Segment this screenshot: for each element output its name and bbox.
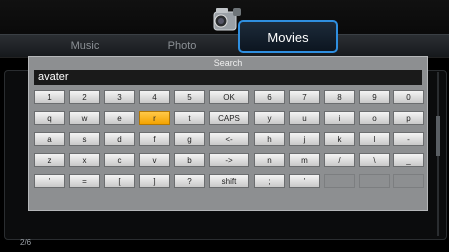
page-counter: 2/6 xyxy=(20,238,32,247)
key-1[interactable]: 1 xyxy=(34,90,65,104)
key-s[interactable]: s xyxy=(69,132,100,146)
key-o[interactable]: o xyxy=(359,111,390,125)
key-q[interactable]: q xyxy=(34,111,65,125)
key-a[interactable]: a xyxy=(34,132,65,146)
key-m[interactable]: m xyxy=(289,153,320,167)
key-ok[interactable]: OK xyxy=(209,90,249,104)
tab-music[interactable]: Music xyxy=(55,35,115,57)
tab-movies[interactable]: Movies xyxy=(238,20,338,53)
key-2[interactable]: 2 xyxy=(69,90,100,104)
key-%5c[interactable]: \ xyxy=(359,153,390,167)
key-g[interactable]: g xyxy=(174,132,205,146)
key-p[interactable]: p xyxy=(393,111,424,125)
key--%3e[interactable]: -> xyxy=(209,153,249,167)
key--[interactable]: - xyxy=(393,132,424,146)
key-i[interactable]: i xyxy=(324,111,355,125)
key-l[interactable]: l xyxy=(359,132,390,146)
key-5[interactable]: 5 xyxy=(174,90,205,104)
onscreen-keyboard: Search avater 1 2 3 4 5 OK 6 7 8 9 0 q w e r t CAPS y u i o p… xyxy=(28,56,428,211)
key-d[interactable]: d xyxy=(104,132,135,146)
key-%3d[interactable]: = xyxy=(69,174,100,188)
key-c[interactable]: c xyxy=(104,153,135,167)
key-w[interactable]: w xyxy=(69,111,100,125)
key-k[interactable]: k xyxy=(324,132,355,146)
key-.[interactable]: . xyxy=(359,174,390,188)
key-y[interactable]: y xyxy=(254,111,285,125)
tab-movies-label: Movies xyxy=(267,30,309,45)
key-3[interactable]: 3 xyxy=(104,90,135,104)
key-%5d[interactable]: ] xyxy=(139,174,170,188)
key-%3c-[interactable]: <- xyxy=(209,132,249,146)
key-h[interactable]: h xyxy=(254,132,285,146)
key-r[interactable]: r xyxy=(139,111,170,125)
key-8[interactable]: 8 xyxy=(324,90,355,104)
key-u[interactable]: u xyxy=(289,111,320,125)
key-0[interactable]: 0 xyxy=(393,90,424,104)
key-caps[interactable]: CAPS xyxy=(209,111,249,125)
key-v[interactable]: v xyxy=(139,153,170,167)
key-9[interactable]: 9 xyxy=(359,90,390,104)
key-blank[interactable] xyxy=(393,174,424,188)
key-t[interactable]: t xyxy=(174,111,205,125)
key-_[interactable]: _ xyxy=(393,153,424,167)
key-j[interactable]: j xyxy=(289,132,320,146)
key-7[interactable]: 7 xyxy=(289,90,320,104)
key-shift[interactable]: shift xyxy=(209,174,249,188)
key-x[interactable]: x xyxy=(69,153,100,167)
tab-photo[interactable]: Photo xyxy=(152,35,212,57)
media-tab-bar: Music Photo xyxy=(0,34,449,58)
keyboard-title: Search xyxy=(213,58,243,68)
key-'[interactable]: ' xyxy=(34,174,65,188)
key-'[interactable]: ' xyxy=(289,174,320,188)
key-%3b[interactable]: ; xyxy=(254,174,285,188)
key-e[interactable]: e xyxy=(104,111,135,125)
key-%5b[interactable]: [ xyxy=(104,174,135,188)
key-6[interactable]: 6 xyxy=(254,90,285,104)
key-z[interactable]: z xyxy=(34,153,65,167)
key-f[interactable]: f xyxy=(139,132,170,146)
key-n[interactable]: n xyxy=(254,153,285,167)
scrollbar[interactable] xyxy=(435,72,441,236)
key-%3f[interactable]: ? xyxy=(174,174,205,188)
key-%2f[interactable]: / xyxy=(324,153,355,167)
search-input[interactable]: avater xyxy=(34,70,422,85)
key-b[interactable]: b xyxy=(174,153,205,167)
key-4[interactable]: 4 xyxy=(139,90,170,104)
key-%2c[interactable]: , xyxy=(324,174,355,188)
